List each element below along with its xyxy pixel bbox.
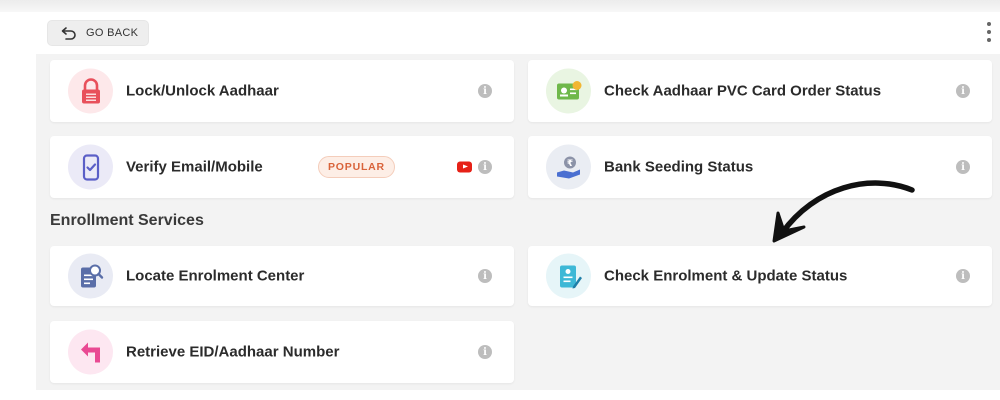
id-card-icon [546, 68, 591, 114]
card-title: Check Enrolment & Update Status [604, 267, 848, 285]
info-icon[interactable]: i [478, 345, 492, 359]
section-title-enrollment: Enrollment Services [50, 212, 204, 229]
card-title: Verify Email/Mobile [126, 158, 263, 176]
document-search-icon [68, 253, 113, 299]
top-bar [0, 0, 1000, 12]
card-title: Retrieve EID/Aadhaar Number [126, 343, 340, 361]
info-icon[interactable]: i [478, 160, 492, 174]
return-arrow-icon [68, 329, 113, 375]
info-icon[interactable]: i [956, 160, 970, 174]
card-title: Check Aadhaar PVC Card Order Status [604, 82, 882, 100]
card-title: Lock/Unlock Aadhaar [126, 82, 279, 100]
card-lock-unlock-aadhaar[interactable]: Lock/Unlock Aadhaar i [50, 60, 514, 122]
card-title: Bank Seeding Status [604, 158, 754, 176]
card-retrieve-eid-aadhaar[interactable]: Retrieve EID/Aadhaar Number i [50, 321, 514, 383]
document-pen-icon [546, 253, 591, 299]
go-back-button[interactable]: GO BACK [47, 20, 149, 46]
info-icon[interactable]: i [956, 84, 970, 98]
info-icon[interactable]: i [478, 84, 492, 98]
more-options-icon[interactable] [985, 22, 993, 42]
back-arrow-icon [61, 27, 76, 40]
youtube-icon[interactable] [457, 161, 472, 173]
svg-text:₹: ₹ [566, 159, 572, 169]
card-pvc-order-status[interactable]: Check Aadhaar PVC Card Order Status i [528, 60, 992, 122]
lock-icon [68, 68, 113, 114]
go-back-label: GO BACK [86, 27, 139, 39]
card-title: Locate Enrolment Center [126, 267, 305, 285]
card-locate-enrolment-center[interactable]: Locate Enrolment Center i [50, 246, 514, 306]
annotation-arrow [772, 180, 915, 243]
card-verify-email-mobile[interactable]: Verify Email/Mobile POPULAR i [50, 136, 514, 198]
rupee-hand-icon: ₹ [546, 144, 591, 190]
card-check-enrolment-update-status[interactable]: Check Enrolment & Update Status i [528, 246, 992, 306]
info-icon[interactable]: i [956, 269, 970, 283]
popular-badge: POPULAR [318, 156, 395, 178]
info-icon[interactable]: i [478, 269, 492, 283]
phone-check-icon [68, 144, 113, 190]
